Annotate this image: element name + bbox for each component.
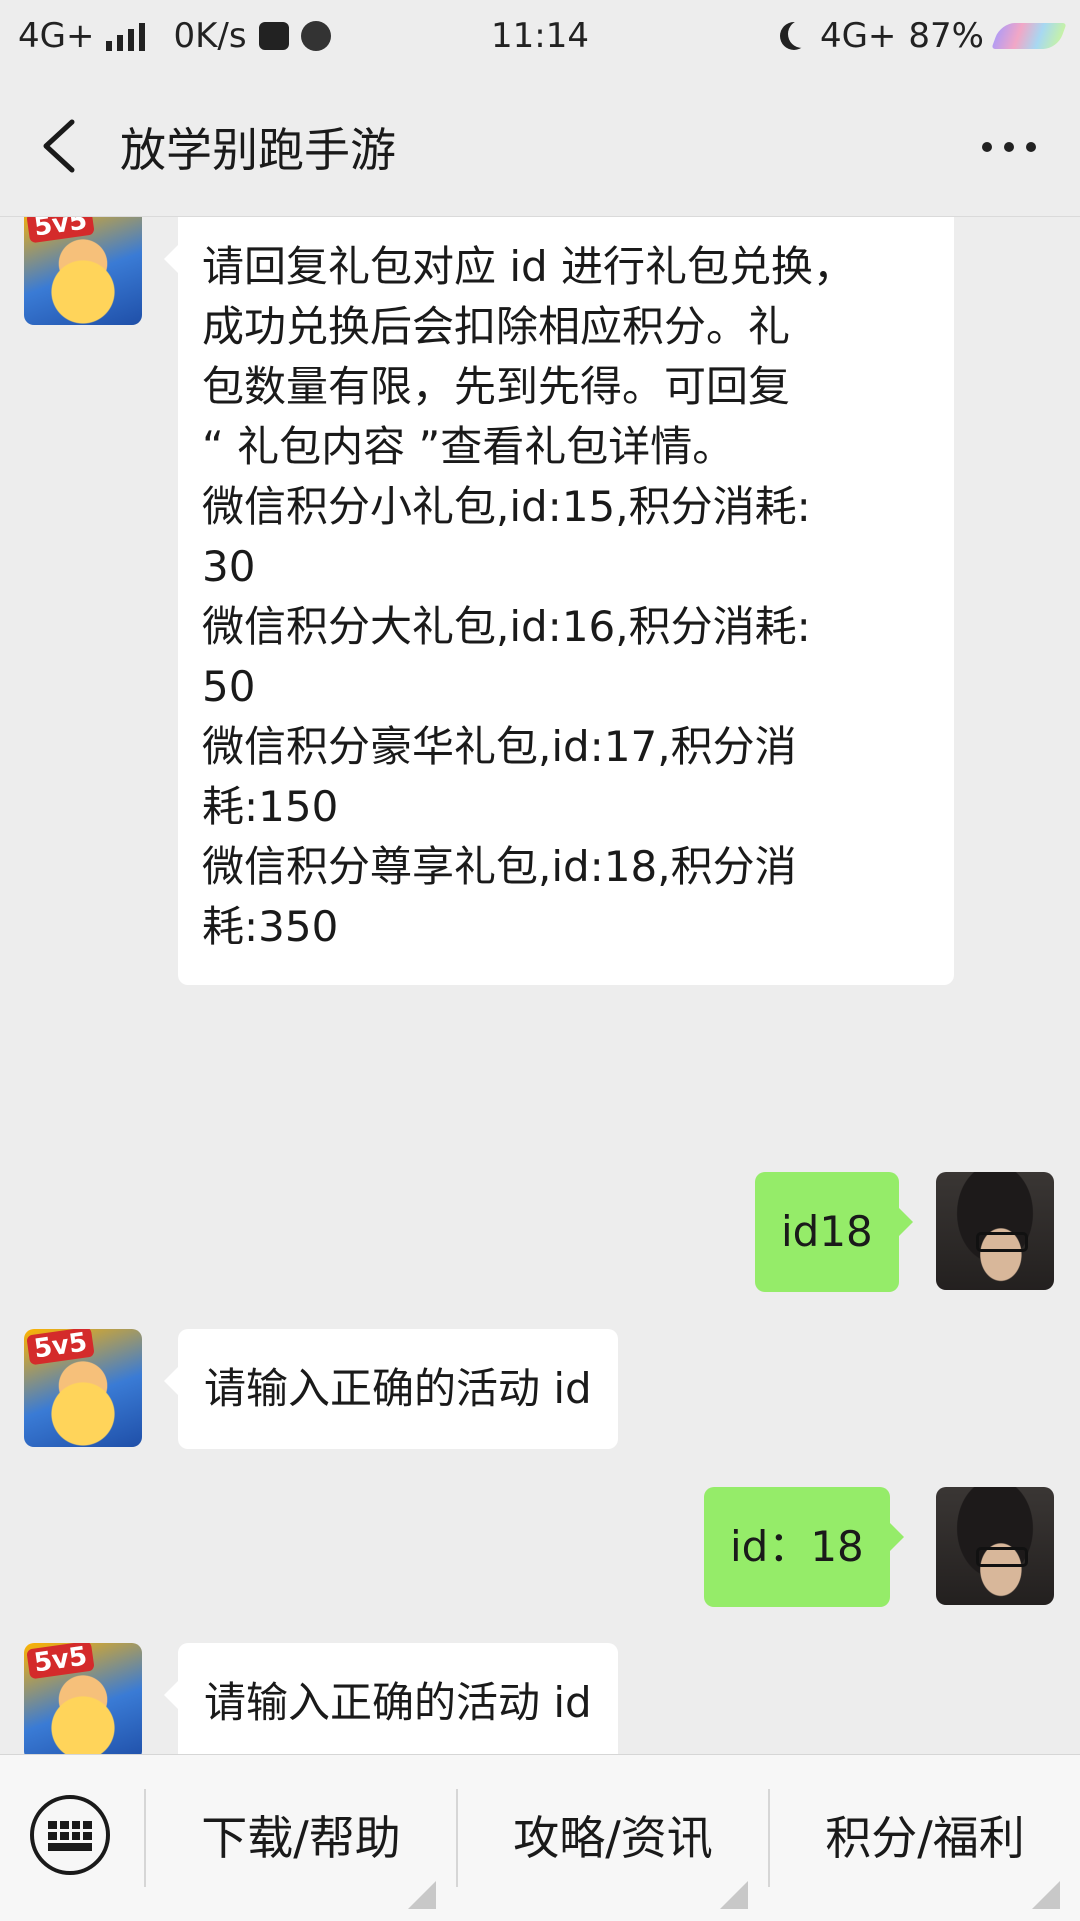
submenu-indicator-icon bbox=[720, 1881, 748, 1909]
keyboard-icon bbox=[48, 1821, 92, 1851]
user-avatar[interactable] bbox=[936, 1172, 1054, 1290]
chevron-left-icon bbox=[43, 119, 75, 173]
official-account-avatar[interactable]: 5v5 bbox=[24, 1643, 142, 1754]
message-line: 微信积分豪华礼包,id:17,积分消 bbox=[202, 722, 797, 771]
more-dot bbox=[982, 142, 992, 152]
status-bar: 4G+ 0K/s 11:14 4G+ 87% bbox=[0, 0, 1080, 76]
avatar-tag: 5v5 bbox=[26, 1329, 95, 1366]
page-title: 放学别跑手游 bbox=[120, 123, 396, 177]
message-text: id18 bbox=[781, 1207, 873, 1256]
message-line: “ 礼包内容 ”查看礼包详情。 bbox=[202, 422, 735, 471]
message-bubble-reply[interactable]: 请输入正确的活动 id bbox=[164, 1329, 618, 1449]
message-line: 微信积分大礼包,id:16,积分消耗: bbox=[202, 602, 811, 651]
message-line: 耗:350 bbox=[202, 902, 339, 951]
message-text: 请输入正确的活动 id bbox=[204, 1678, 592, 1727]
glasses-decoration bbox=[976, 1547, 1028, 1567]
bottom-menu: 下载/帮助 攻略/资讯 积分/福利 bbox=[0, 1754, 1080, 1921]
message-line: 耗:150 bbox=[202, 782, 339, 831]
message-bubble-user[interactable]: id：18 bbox=[704, 1487, 904, 1607]
avatar-tag: 5v5 bbox=[26, 217, 95, 244]
message-line: 请回复礼包对应 id 进行礼包兑换， bbox=[202, 242, 856, 291]
message-line: 30 bbox=[202, 542, 256, 591]
avatar-tag: 5v5 bbox=[26, 1643, 95, 1680]
message-line: 微信积分小礼包,id:15,积分消耗: bbox=[202, 482, 811, 531]
battery-icon bbox=[991, 23, 1067, 49]
do-not-disturb-icon bbox=[788, 20, 816, 48]
message-text: 请输入正确的活动 id bbox=[204, 1364, 592, 1413]
official-account-avatar[interactable]: 5v5 bbox=[24, 217, 142, 325]
back-button[interactable] bbox=[36, 118, 86, 174]
battery-percent: 87% bbox=[908, 16, 984, 56]
message-line: 成功兑换后会扣除相应积分。礼 bbox=[202, 302, 791, 351]
message-line: 微信积分尊享礼包,id:18,积分消 bbox=[202, 842, 797, 891]
message-line: 50 bbox=[202, 662, 256, 711]
more-dot bbox=[1026, 142, 1036, 152]
official-account-avatar[interactable]: 5v5 bbox=[24, 1329, 142, 1447]
message-text: id：18 bbox=[730, 1522, 864, 1571]
user-avatar[interactable] bbox=[936, 1487, 1054, 1605]
message-bubble-user[interactable]: id18 bbox=[755, 1172, 913, 1292]
message-bubble-reply[interactable]: 请输入正确的活动 id bbox=[164, 1643, 618, 1754]
network-type-right: 4G+ bbox=[819, 16, 897, 56]
keyboard-toggle-button[interactable] bbox=[30, 1795, 110, 1875]
glasses-decoration bbox=[976, 1232, 1028, 1252]
submenu-indicator-icon bbox=[408, 1881, 436, 1909]
chat-header: 放学别跑手游 bbox=[0, 76, 1080, 217]
submenu-indicator-icon bbox=[1032, 1881, 1060, 1909]
more-dot bbox=[1004, 142, 1014, 152]
message-line: 包数量有限，先到先得。可回复 bbox=[202, 362, 791, 411]
more-button[interactable] bbox=[982, 132, 1042, 162]
message-bubble-gift-info[interactable]: 请回复礼包对应 id 进行礼包兑换， 成功兑换后会扣除相应积分。礼 包数量有限，… bbox=[164, 217, 954, 985]
chat-messages: 5v5 请回复礼包对应 id 进行礼包兑换， 成功兑换后会扣除相应积分。礼 包数… bbox=[0, 217, 1080, 1754]
